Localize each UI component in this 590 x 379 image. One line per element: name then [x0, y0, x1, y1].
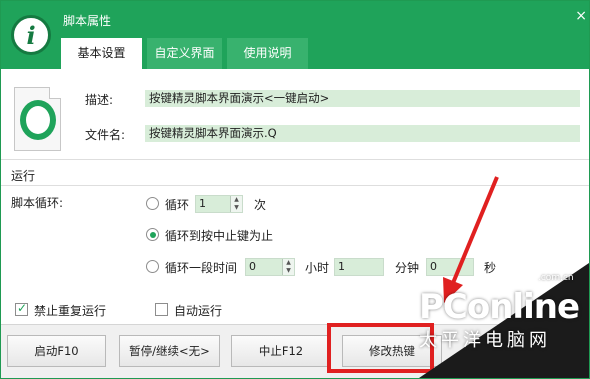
watermark-tagline: 太平洋电脑网	[419, 330, 551, 351]
watermark-domain: .com.cn	[538, 273, 574, 283]
watermark-brand: PConline	[419, 287, 580, 327]
script-properties-window: i 脚本属性 × 基本设置 自定义界面 使用说明 描述: 按键精灵脚本界面演示<…	[0, 0, 590, 379]
